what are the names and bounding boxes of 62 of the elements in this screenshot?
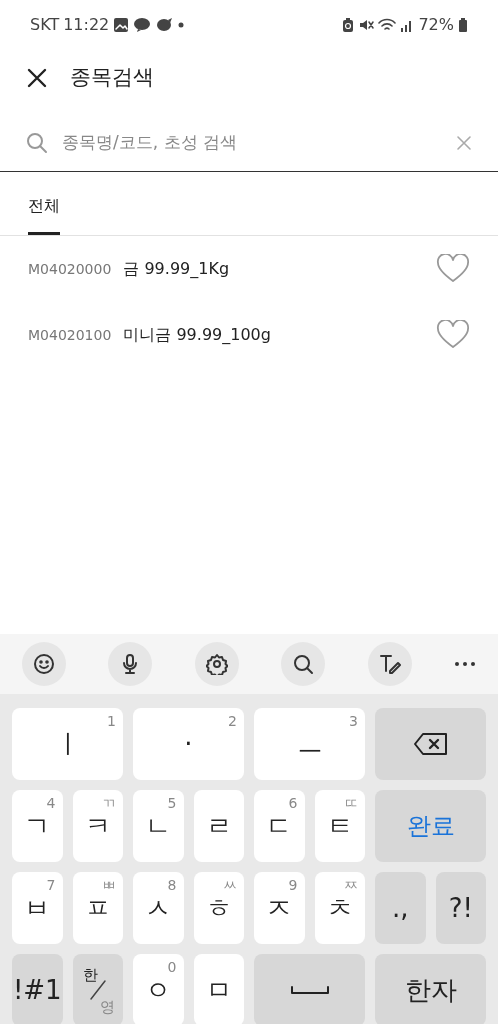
key[interactable]: ㅆ ㅎ bbox=[193, 872, 244, 944]
handwriting-button[interactable] bbox=[367, 642, 412, 686]
text-pen-icon bbox=[378, 653, 401, 675]
backspace-icon bbox=[412, 732, 449, 756]
key[interactable]: 8 ㅅ bbox=[133, 872, 184, 944]
carrier-text: SKT bbox=[30, 14, 60, 36]
key[interactable]: ?! bbox=[435, 872, 486, 944]
search-icon bbox=[26, 131, 48, 154]
key[interactable]: 0 ㅇ bbox=[133, 954, 184, 1024]
backspace-key[interactable] bbox=[375, 708, 486, 780]
battery-saver-icon bbox=[342, 17, 355, 33]
key[interactable]: 1 ㅣ bbox=[12, 708, 123, 780]
clock-text: 11:22 bbox=[63, 14, 110, 36]
search-icon bbox=[292, 653, 315, 675]
gallery-icon bbox=[113, 17, 130, 33]
close-icon bbox=[26, 67, 48, 89]
language-switch-key[interactable]: 한 영 bbox=[72, 954, 123, 1024]
settings-icon bbox=[205, 653, 228, 675]
key[interactable]: ., bbox=[375, 872, 426, 944]
close-icon bbox=[456, 134, 472, 151]
battery-percent-text: 72% bbox=[418, 14, 454, 36]
key[interactable]: !#1 bbox=[12, 954, 63, 1024]
page-title: 종목검색 bbox=[70, 64, 154, 92]
key[interactable]: ㄲ ㅋ bbox=[72, 790, 123, 862]
key[interactable]: ㅃ ㅍ bbox=[72, 872, 123, 944]
wifi-icon bbox=[378, 17, 397, 33]
stock-name: 미니금 99.99_100g bbox=[123, 324, 271, 346]
heart-icon bbox=[436, 254, 470, 284]
voice-input-button[interactable] bbox=[108, 642, 153, 686]
more-button[interactable] bbox=[453, 661, 476, 667]
favorite-button[interactable] bbox=[436, 254, 470, 284]
close-button[interactable] bbox=[26, 67, 48, 89]
mute-icon bbox=[358, 17, 375, 33]
battery-icon bbox=[458, 17, 468, 33]
key[interactable]: 9 ㅈ bbox=[254, 872, 305, 944]
key[interactable]: 3 ㅡ bbox=[254, 708, 365, 780]
chat-bubble-icon bbox=[133, 17, 152, 33]
key[interactable]: ㅉ ㅊ bbox=[314, 872, 365, 944]
key[interactable]: ㄸ ㅌ bbox=[314, 790, 365, 862]
notification-dot-icon bbox=[177, 21, 186, 29]
key[interactable]: 4 ㄱ bbox=[12, 790, 63, 862]
key[interactable]: ㅁ bbox=[193, 954, 244, 1024]
emoji-icon bbox=[33, 653, 55, 675]
key[interactable]: 2 · bbox=[133, 708, 244, 780]
space-bar-icon bbox=[289, 985, 330, 995]
stock-code: M04020100 bbox=[28, 325, 112, 345]
search-button[interactable] bbox=[281, 642, 326, 686]
stock-name: 금 99.99_1Kg bbox=[123, 258, 230, 280]
chat-bubble-icon bbox=[155, 17, 174, 33]
stock-code: M04020000 bbox=[28, 259, 112, 279]
emoji-button[interactable] bbox=[22, 642, 66, 686]
search-field[interactable]: 종목명/코드, 초성 검색 bbox=[62, 129, 442, 156]
key[interactable]: 5 ㄴ bbox=[133, 790, 184, 862]
key[interactable]: 7 ㅂ bbox=[12, 872, 63, 944]
tab[interactable]: 전체 bbox=[28, 180, 60, 235]
heart-icon bbox=[436, 320, 470, 350]
key[interactable]: ㄹ bbox=[193, 790, 244, 862]
key[interactable]: 한자 bbox=[375, 954, 486, 1024]
key[interactable]: 6 ㄷ bbox=[254, 790, 305, 862]
more-icon bbox=[453, 661, 476, 667]
settings-button[interactable] bbox=[194, 642, 239, 686]
favorite-button[interactable] bbox=[436, 320, 470, 350]
